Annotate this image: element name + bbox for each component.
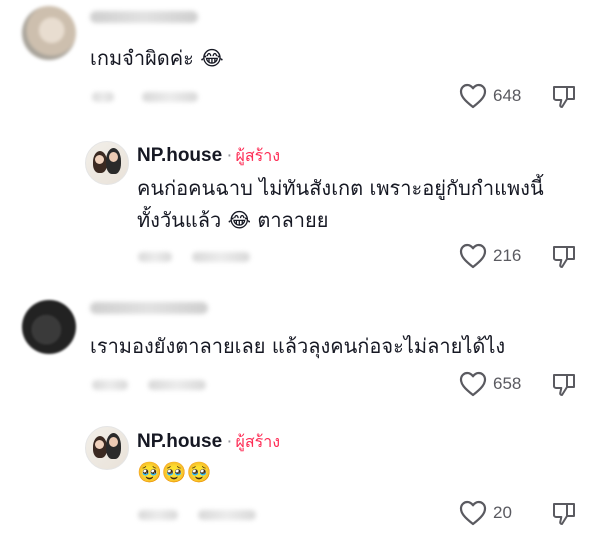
emoji: 😂 [227,208,251,232]
username-blurred[interactable] [90,11,198,23]
timestamp-blurred [138,252,172,262]
username-blurred[interactable] [90,302,208,314]
creator-badge: ผู้สร้าง [235,148,281,165]
comment-body: เกมจำผิดค่ะ [90,46,194,70]
creator-avatar[interactable] [85,141,129,185]
avatar[interactable] [22,300,76,354]
timestamp-reply-blurred [92,92,114,102]
separator: · [226,431,233,452]
comment-1: เกมจำผิดค่ะ 😂 648 [0,0,600,130]
reply-link-blurred[interactable] [148,380,206,390]
creator-badge: ผู้สร้าง [235,434,281,451]
comment-text: 🥹🥹🥹 [137,456,212,488]
separator: · [226,145,233,166]
heart-outline-icon[interactable] [459,83,487,109]
comment-body-line-2: ทั้งวันแล้ว 😂 ตาลายย [137,204,544,236]
thumbs-down-outline-icon[interactable] [551,244,577,270]
comment-body: เรามองยังตาลายเลย แล้วลุงคนก่อจะไม่ลายได… [90,334,506,358]
like-count: 648 [493,86,522,105]
comment-body-part: ตาลายย [257,208,329,232]
timestamp-blurred [138,510,178,520]
avatar[interactable] [22,6,76,60]
like-group: 658 [459,371,521,397]
like-group: 20 [459,500,512,526]
heart-outline-icon[interactable] [459,500,487,526]
like-count: 20 [493,503,512,522]
comment-text: เกมจำผิดค่ะ 😂 [90,42,224,74]
heart-outline-icon[interactable] [459,371,487,397]
username-text[interactable]: NP.house [137,431,222,452]
like-count: 658 [493,374,522,393]
username[interactable]: NP.house · ผู้สร้าง [137,144,280,169]
emoji: 🥹🥹🥹 [137,460,212,484]
thumbs-down-outline-icon[interactable] [551,84,577,110]
reply-link-blurred[interactable] [142,92,198,102]
comment-body-line-1: คนก่อคนฉาบ ไม่ทันสังเกต เพราะอยู่กับกำแพ… [137,176,544,200]
like-group: 648 [459,83,521,109]
username-text[interactable]: NP.house [137,145,222,166]
creator-avatar[interactable] [85,426,129,470]
like-count: 216 [493,246,522,265]
comment-body-part: ทั้งวันแล้ว [137,208,222,232]
comment-4-reply: NP.house · ผู้สร้าง 🥹🥹🥹 20 [0,414,600,534]
comment-text: คนก่อคนฉาบ ไม่ทันสังเกต เพราะอยู่กับกำแพ… [137,172,544,236]
timestamp-blurred [92,380,128,390]
comment-3: เรามองยังตาลายเลย แล้วลุงคนก่อจะไม่ลายได… [0,290,600,410]
comment-2-reply: NP.house · ผู้สร้าง คนก่อคนฉาบ ไม่ทันสังเก… [0,130,600,280]
emoji: 😂 [200,46,224,70]
username[interactable]: NP.house · ผู้สร้าง [137,430,280,455]
reply-link-blurred[interactable] [198,510,256,520]
comment-text: เรามองยังตาลายเลย แล้วลุงคนก่อจะไม่ลายได… [90,330,505,362]
reply-link-blurred[interactable] [192,252,250,262]
heart-outline-icon[interactable] [459,243,487,269]
like-group: 216 [459,243,521,269]
thumbs-down-outline-icon[interactable] [551,501,577,527]
thumbs-down-outline-icon[interactable] [551,372,577,398]
